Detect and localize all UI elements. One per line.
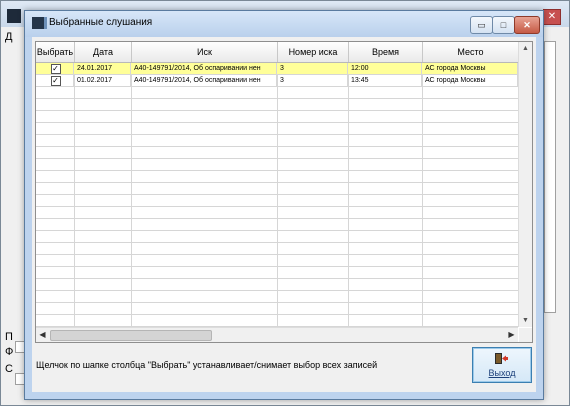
vertical-scrollbar[interactable]: ▲ ▼: [518, 42, 532, 327]
selected-hearings-dialog: Выбранные слушания ▭ □ ✕ Выбрать Дата Ис…: [24, 10, 544, 400]
cell-claim-no: 3: [278, 63, 348, 74]
scroll-right-icon[interactable]: ▶: [505, 328, 518, 342]
background-label: П: [5, 331, 13, 343]
background-label: Ф: [5, 346, 14, 358]
column-header-date[interactable]: Дата: [75, 42, 132, 62]
grid-header: Выбрать Дата Иск Номер иска Время Место: [36, 42, 518, 63]
dialog-title: Выбранные слушания: [49, 17, 153, 28]
background-panel: [544, 41, 556, 313]
column-header-claim-number[interactable]: Номер иска: [278, 42, 349, 62]
table-row: [36, 267, 518, 279]
select-cell: ✓: [36, 75, 74, 86]
exit-door-icon: [495, 353, 508, 364]
horizontal-scrollbar[interactable]: ◀ ▶: [36, 327, 518, 342]
exit-button-label: Выход: [488, 368, 516, 378]
select-checkbox[interactable]: ✓: [50, 76, 61, 86]
select-checkbox[interactable]: ✓: [50, 64, 61, 74]
table-row: [36, 291, 518, 303]
column-header-claim[interactable]: Иск: [132, 42, 278, 62]
table-row: [36, 303, 518, 315]
cell-date: 01.02.2017: [75, 75, 131, 86]
cell-time: 12:00: [349, 63, 422, 74]
column-header-time[interactable]: Время: [349, 42, 423, 62]
scrollbar-corner: [519, 328, 532, 342]
scroll-down-icon[interactable]: ▼: [519, 314, 532, 327]
exit-button[interactable]: Выход: [472, 347, 532, 383]
cell-place: АС города Москвы: [423, 63, 518, 74]
table-row: [36, 183, 518, 195]
column-header-select[interactable]: Выбрать: [36, 42, 75, 62]
cell-claim: А40-149791/2014, Об оспаривании нен: [132, 75, 277, 86]
scroll-up-icon[interactable]: ▲: [519, 42, 532, 55]
dialog-client-area: Выбрать Дата Иск Номер иска Время Место …: [32, 37, 536, 392]
column-header-place[interactable]: Место: [423, 42, 518, 62]
maximize-button[interactable]: □: [492, 16, 515, 34]
app-icon: [7, 9, 21, 23]
background-label: С: [5, 363, 13, 375]
table-row: [36, 99, 518, 111]
table-row: [36, 207, 518, 219]
table-row: [36, 279, 518, 291]
table-row: [36, 159, 518, 171]
table-row: [36, 87, 518, 99]
table-row: [36, 171, 518, 183]
table-row: [36, 231, 518, 243]
grid-body: ✓ 24.01.2017 А40-149791/2014, Об оспариван…: [36, 63, 518, 339]
cell-claim-no: 3: [278, 75, 348, 86]
cell-claim: А40-149791/2014, Об оспаривании нен: [132, 63, 277, 74]
scroll-left-icon[interactable]: ◀: [36, 328, 49, 342]
table-row: [36, 147, 518, 159]
table-row: [36, 315, 518, 327]
cell-place: АС города Москвы: [423, 75, 518, 86]
minimize-button[interactable]: ▭: [470, 16, 493, 34]
cell-date: 24.01.2017: [75, 63, 131, 74]
table-row: [36, 243, 518, 255]
table-row: [36, 195, 518, 207]
table-row: [36, 123, 518, 135]
background-label: Д: [5, 31, 13, 43]
dialog-titlebar: Выбранные слушания ▭ □ ✕: [25, 11, 543, 37]
table-row[interactable]: ✓ 24.01.2017 А40-149791/2014, Об оспариван…: [36, 63, 518, 75]
horizontal-scroll-thumb[interactable]: [50, 330, 212, 341]
table-row: [36, 111, 518, 123]
table-row: [36, 219, 518, 231]
app-icon: [32, 17, 47, 29]
background-close-button[interactable]: ✕: [543, 9, 561, 25]
table-row: [36, 255, 518, 267]
select-cell: ✓: [36, 63, 74, 74]
hearings-grid: Выбрать Дата Иск Номер иска Время Место …: [35, 41, 533, 343]
cell-time: 13:45: [349, 75, 422, 86]
table-row[interactable]: ✓ 01.02.2017 А40-149791/2014, Об оспариван…: [36, 75, 518, 87]
hint-text: Щелчок по шапке столбца "Выбрать" устана…: [36, 360, 378, 370]
close-button[interactable]: ✕: [514, 16, 540, 34]
table-row: [36, 135, 518, 147]
